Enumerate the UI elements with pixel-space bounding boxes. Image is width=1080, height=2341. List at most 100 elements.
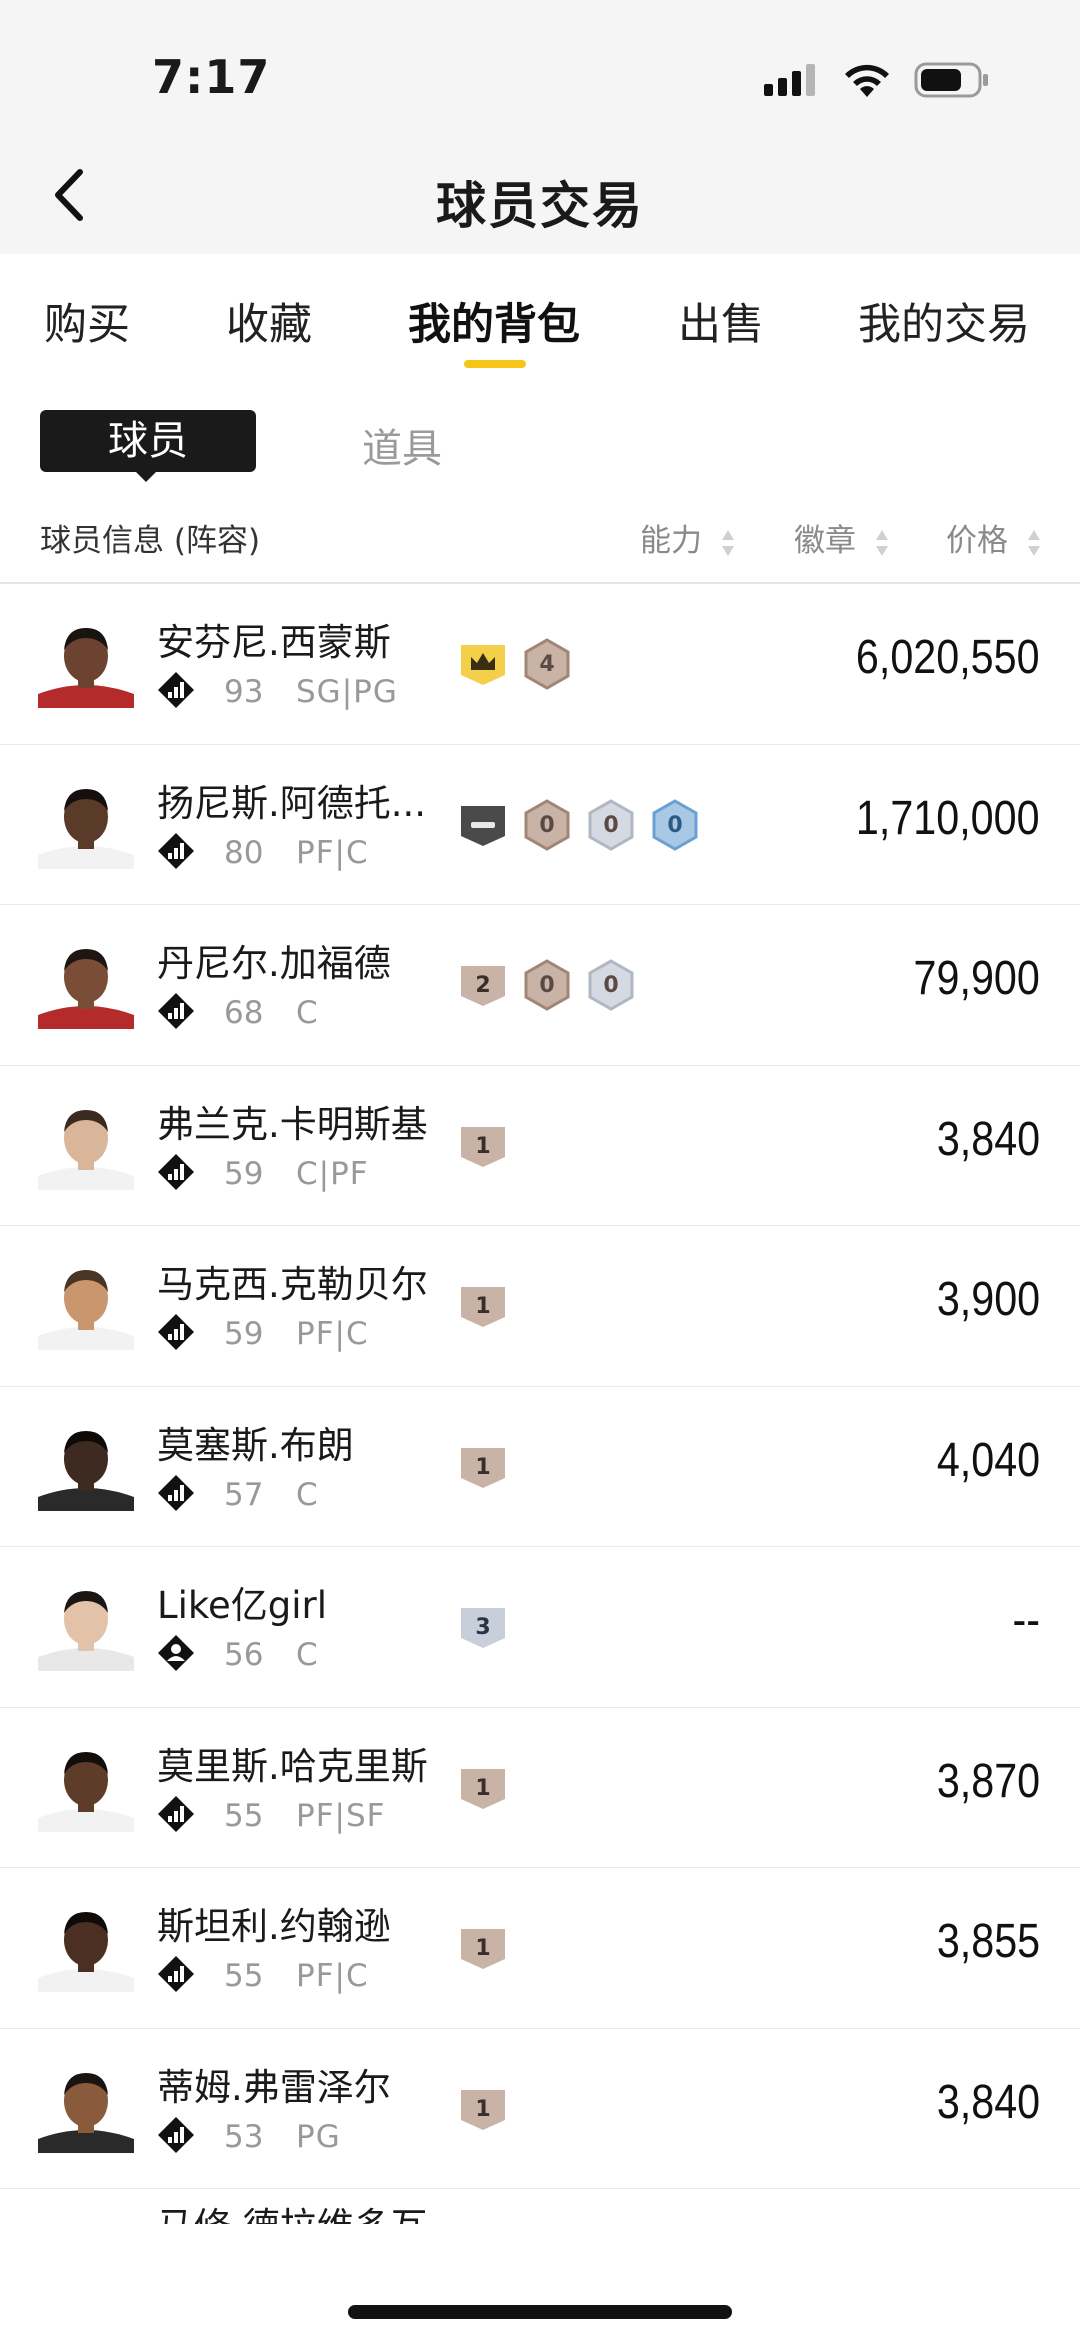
list-item[interactable]: 安芬尼.西蒙斯 93 SG|PG 4 6,020,550 [0, 584, 1080, 745]
sort-arrows-icon [875, 529, 888, 556]
player-price: 4,040 [936, 1433, 1040, 1487]
home-indicator[interactable] [348, 2305, 732, 2319]
tab-sell[interactable]: 出售 [678, 290, 764, 352]
badge-list: 4 [458, 636, 572, 692]
player-position: SG|PG [296, 674, 398, 710]
badge-list: 1 [458, 1439, 508, 1495]
list-item[interactable]: 莫塞斯.布朗 57 C 1 4,040 [0, 1387, 1080, 1547]
avatar [38, 1262, 134, 1350]
badge-list: 1 [458, 2081, 508, 2137]
badge-icon: 4 [522, 637, 572, 691]
tab-my-backpack[interactable]: 我的背包 [408, 290, 580, 352]
player-position: C [296, 995, 319, 1031]
badge-level: 1 [475, 1776, 490, 1801]
badge-list: 1 [458, 1118, 508, 1174]
list-item[interactable]: 扬尼斯.阿德托... 80 PF|C 0 0 0 1,710,000 [0, 745, 1080, 905]
player-position: C|PF [296, 1155, 369, 1192]
player-rating: 55 [224, 1958, 264, 1994]
nav-bar: 球员交易 [0, 140, 1080, 254]
badge-level: 0 [539, 973, 554, 998]
player-name: 扬尼斯.阿德托... [157, 781, 427, 825]
player-position: C [296, 1637, 319, 1673]
active-tab-indicator [464, 360, 526, 368]
badge-icon: 1 [458, 1279, 508, 1333]
segment-items[interactable]: 道具 [362, 416, 442, 474]
stats-icon [156, 1312, 196, 1352]
badge-icon: 1 [458, 1440, 508, 1494]
person-icon [156, 1633, 196, 1673]
segment-player[interactable]: 球员 [40, 410, 256, 472]
bottom-area [0, 2224, 1080, 2341]
player-price: -- [1012, 1594, 1040, 1647]
list-item[interactable]: 斯坦利.约翰逊 55 PF|C 1 3,855 [0, 1868, 1080, 2029]
badge-level: 4 [539, 652, 554, 677]
badge-list: 1 [458, 1278, 508, 1334]
stats-icon [156, 670, 196, 710]
stats-icon [156, 831, 196, 871]
list-item[interactable]: 弗兰克.卡明斯基 59 C|PF 1 3,840 [0, 1066, 1080, 1226]
column-badge-label: 徽章 [794, 523, 856, 559]
column-price-label: 价格 [946, 523, 1008, 559]
battery-icon [914, 62, 988, 98]
stats-icon [156, 991, 196, 1031]
badge-level: 1 [475, 2097, 490, 2122]
tab-buy[interactable]: 购买 [44, 290, 130, 352]
list-item[interactable]: Like亿girl 56 C 3 -- [0, 1547, 1080, 1708]
player-name: 蒂姆.弗雷泽尔 [157, 2065, 391, 2109]
segment-pointer [134, 470, 158, 482]
player-name: 安芬尼.西蒙斯 [157, 621, 391, 664]
badge-icon: 1 [458, 1119, 508, 1173]
player-price: 3,840 [936, 2075, 1040, 2129]
badge-list: 0 0 0 [458, 797, 700, 853]
badge-level: 2 [475, 973, 490, 998]
stats-icon [156, 1152, 196, 1192]
player-position: PF|C [296, 1958, 369, 1994]
avatar [38, 1423, 134, 1511]
player-price: 3,840 [936, 1112, 1040, 1166]
badge-icon: 0 [586, 798, 636, 852]
tab-favorites[interactable]: 收藏 [226, 290, 312, 352]
player-name: 莫塞斯.布朗 [157, 1423, 354, 1467]
status-time: 7:17 [152, 50, 271, 104]
player-price: 79,900 [913, 952, 1040, 1005]
player-price: 3,870 [936, 1754, 1040, 1808]
player-name: 丹尼尔.加福德 [157, 942, 391, 985]
tab-my-trades[interactable]: 我的交易 [858, 290, 1030, 352]
player-name: 莫里斯.哈克里斯 [157, 1744, 428, 1788]
signal-icon [764, 64, 815, 96]
sort-arrows-icon [721, 529, 734, 556]
player-price: 3,855 [936, 1915, 1040, 1968]
list-item[interactable]: 丹尼尔.加福德 68 C 2 0 0 79,900 [0, 905, 1080, 1066]
avatar [38, 781, 134, 869]
status-icons [764, 58, 990, 102]
player-rating: 55 [224, 1797, 264, 1834]
badge-level: 3 [475, 1615, 490, 1640]
list-item[interactable]: 莫里斯.哈克里斯 55 PF|SF 1 3,870 [0, 1708, 1080, 1868]
avatar [38, 1102, 134, 1190]
stats-icon [156, 1473, 196, 1513]
badge-list: 1 [458, 1920, 508, 1976]
badge-icon: 0 [586, 958, 636, 1012]
badge-level: 0 [539, 813, 554, 838]
badge-icon [458, 637, 508, 691]
player-price: 6,020,550 [856, 631, 1040, 684]
list-item[interactable]: 蒂姆.弗雷泽尔 53 PG 1 3,840 [0, 2029, 1080, 2189]
badge-icon: 1 [458, 2082, 508, 2136]
tab-bar: 购买 收藏 我的背包 出售 我的交易 [0, 254, 1080, 384]
player-rating: 68 [224, 995, 264, 1031]
page-title: 球员交易 [436, 177, 644, 235]
list-item[interactable]: 马克西.克勒贝尔 59 PF|C 1 3,900 [0, 1226, 1080, 1387]
column-header: 球员信息 (阵容) 能力 徽章 价格 [0, 505, 1080, 585]
avatar [38, 2065, 134, 2153]
badge-icon: 3 [458, 1600, 508, 1654]
player-rating: 53 [224, 2118, 264, 2155]
badge-icon: 0 [650, 798, 700, 852]
sort-price[interactable]: 价格 [946, 515, 1042, 560]
player-position: PG [296, 2118, 341, 2155]
stats-icon [156, 2115, 196, 2155]
avatar [38, 941, 134, 1029]
badge-list: 2 0 0 [458, 957, 636, 1013]
badge-level: 1 [475, 1936, 490, 1961]
sort-ability[interactable]: 能力 [640, 515, 736, 560]
sort-badge[interactable]: 徽章 [794, 515, 890, 560]
